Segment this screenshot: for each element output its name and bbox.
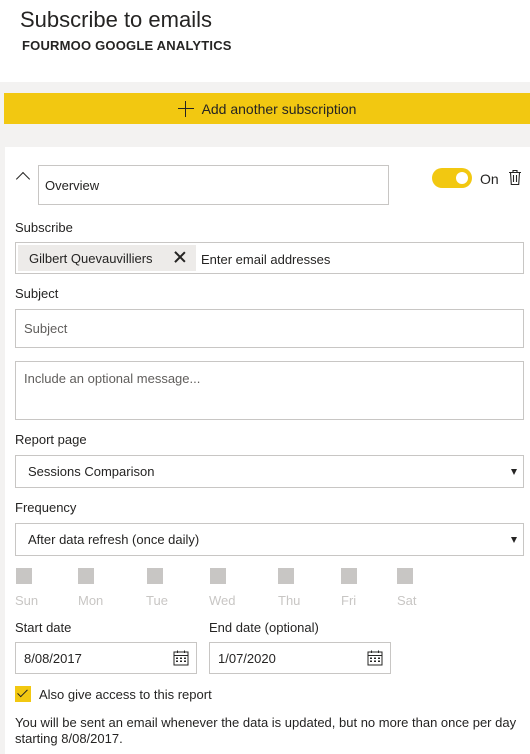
day-label-wed: Wed: [209, 593, 236, 608]
start-date-label: Start date: [15, 620, 72, 635]
calendar-icon: [367, 650, 383, 666]
add-subscription-button[interactable]: Add another subscription: [4, 93, 530, 124]
report-page-dropdown[interactable]: Sessions Comparison: [15, 455, 524, 488]
plus-icon: [177, 100, 194, 117]
frequency-dropdown[interactable]: After data refresh (once daily): [15, 523, 524, 556]
panel-header: Subscribe to emails FOURMOO GOOGLE ANALY…: [0, 0, 530, 82]
start-date-picker[interactable]: 8/08/2017: [15, 642, 197, 674]
message-textarea[interactable]: [15, 361, 524, 420]
add-subscription-label: Add another subscription: [201, 100, 357, 117]
frequency-label: Frequency: [15, 500, 77, 515]
subscribe-label: Subscribe: [15, 220, 73, 235]
day-label-sun: Sun: [15, 593, 39, 608]
recipient-chip: Gilbert Quevauvilliers: [18, 245, 196, 271]
subject-label: Subject: [15, 286, 59, 301]
report-page-value: Sessions Comparison: [28, 464, 155, 479]
day-label-tue: Tue: [146, 593, 168, 608]
day-label-mon: Mon: [78, 593, 104, 608]
caret-down-icon: [511, 469, 517, 475]
close-icon[interactable]: [174, 251, 186, 263]
day-checkbox-sun[interactable]: [16, 568, 32, 584]
day-checkbox-sat[interactable]: [397, 568, 413, 584]
toggle-label: On: [480, 171, 499, 187]
recipient-name: Gilbert Quevauvilliers: [29, 250, 153, 266]
subject-input[interactable]: [15, 309, 524, 348]
start-date-value: 8/08/2017: [24, 651, 82, 666]
subscription-toggle[interactable]: [432, 168, 472, 188]
subscription-name-input[interactable]: [38, 165, 389, 205]
day-label-sat: Sat: [397, 593, 417, 608]
day-checkbox-mon[interactable]: [78, 568, 94, 584]
report-page-label: Report page: [15, 432, 87, 447]
give-access-checkbox[interactable]: [15, 686, 31, 702]
toggle-knob: [456, 172, 468, 184]
page-title: Subscribe to emails: [20, 7, 212, 32]
end-date-picker[interactable]: 1/07/2020: [209, 642, 391, 674]
caret-down-icon: [511, 537, 517, 543]
give-access-label: Also give access to this report: [39, 687, 212, 702]
day-label-thu: Thu: [278, 593, 301, 608]
email-recipients-box[interactable]: Gilbert Quevauvilliers: [15, 242, 524, 274]
calendar-icon: [173, 650, 189, 666]
schedule-note: You will be sent an email whenever the d…: [15, 715, 517, 746]
end-date-value: 1/07/2020: [218, 651, 276, 666]
frequency-value: After data refresh (once daily): [28, 532, 200, 547]
report-name: FOURMOO GOOGLE ANALYTICS: [22, 38, 232, 53]
trash-icon[interactable]: [508, 169, 522, 186]
day-checkbox-fri[interactable]: [341, 568, 357, 584]
email-input[interactable]: [201, 247, 511, 271]
day-checkbox-wed[interactable]: [210, 568, 226, 584]
end-date-label: End date (optional): [209, 620, 319, 635]
day-label-fri: Fri: [341, 593, 357, 608]
day-checkbox-tue[interactable]: [147, 568, 163, 584]
day-checkbox-thu[interactable]: [278, 568, 294, 584]
